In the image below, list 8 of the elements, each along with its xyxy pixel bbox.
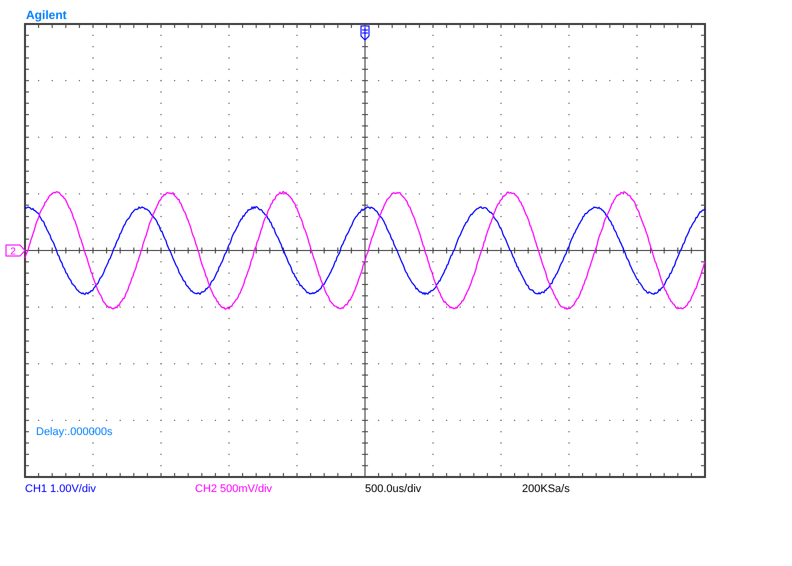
brand-logo: Agilent (26, 8, 67, 22)
trigger-marker-icon (360, 26, 370, 41)
channel-scale: CH1 1.00V/div (25, 483, 97, 495)
delay-readout: Delay:.000000s (36, 426, 112, 438)
ground-marker[interactable]: 2 (6, 244, 26, 258)
channel-scale: CH2 500mV/div (195, 483, 274, 495)
sample-rate-readout: 200KSa/s (522, 483, 570, 495)
timebase-readout: 500.0us/div (365, 483, 422, 495)
